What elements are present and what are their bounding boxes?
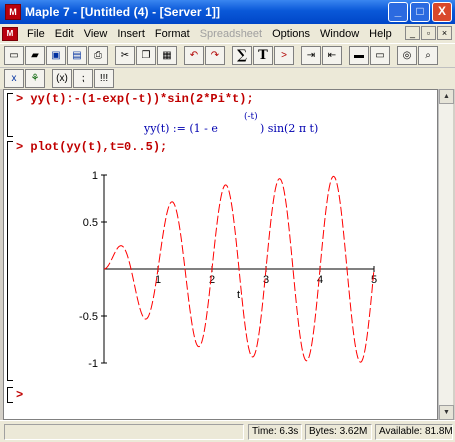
status-bytes: Bytes: 3.62M — [305, 424, 372, 440]
menu-window[interactable]: Window — [315, 28, 364, 40]
menu-view[interactable]: View — [79, 28, 113, 40]
status-bar: Time: 6.3s Bytes: 3.62M Available: 81.8M — [0, 420, 455, 442]
stop-icon[interactable]: ◎ — [397, 46, 417, 65]
menu-options[interactable]: Options — [267, 28, 315, 40]
output-line-1-tail: ) sin(2 π t) — [260, 122, 319, 135]
y-tick-label: -1 — [88, 358, 98, 370]
plot-axes: 1 2 3 4 5t10.5-0.5-1 — [79, 170, 377, 370]
indent-icon[interactable]: ⇥ — [301, 46, 321, 65]
scroll-down-icon[interactable]: ▼ — [439, 405, 454, 420]
exec-icon[interactable]: x — [4, 69, 24, 88]
maximize-button[interactable]: □ — [410, 2, 430, 22]
output-exponent: (-t) — [244, 112, 258, 122]
title-bar[interactable]: M Maple 7 - [Untitled (4) - [Server 1]] … — [0, 0, 455, 24]
y-tick-label: -0.5 — [79, 311, 98, 323]
maple-app-icon[interactable]: M — [5, 4, 21, 20]
close-button[interactable]: X — [432, 2, 452, 22]
copy-icon[interactable]: ❐ — [136, 46, 156, 65]
redo-icon[interactable]: ↷ — [205, 46, 225, 65]
math-mode-icon[interactable]: (x) — [52, 69, 72, 88]
menu-insert[interactable]: Insert — [112, 28, 150, 40]
empty-prompt[interactable]: > — [16, 388, 23, 402]
status-time: Time: 6.3s — [248, 424, 302, 440]
plot-output[interactable]: 1 2 3 4 5t10.5-0.5-1 — [16, 163, 386, 373]
scroll-up-icon[interactable]: ▲ — [439, 89, 454, 104]
paste-icon[interactable]: ▦ — [157, 46, 177, 65]
context-toolbar: x ⚘ (x) ⁏ !!! — [0, 67, 455, 89]
save-as-icon[interactable]: ▤ — [67, 46, 87, 65]
exec-all-icon[interactable]: ⚘ — [25, 69, 45, 88]
document-icon[interactable]: M — [2, 26, 18, 41]
x-tick-label: 5 — [371, 274, 377, 286]
sum-icon[interactable]: ∑ — [232, 46, 252, 65]
vertical-scrollbar[interactable]: ▲ ▼ — [438, 89, 454, 420]
window-title: Maple 7 - [Untitled (4) - [Server 1]] — [25, 5, 221, 19]
output-line-1: yy(t) := (1 - e — [144, 122, 218, 135]
open-icon[interactable]: ▰ — [25, 46, 45, 65]
text-icon[interactable]: T — [253, 46, 273, 65]
menu-file[interactable]: File — [22, 28, 50, 40]
group-bracket[interactable] — [7, 387, 13, 403]
x-tick-label: 4 — [317, 274, 323, 286]
cut-icon[interactable]: ✂ — [115, 46, 135, 65]
group-bracket[interactable] — [7, 93, 13, 137]
doc-close-button[interactable]: × — [437, 26, 452, 40]
menu-format[interactable]: Format — [150, 28, 195, 40]
y-tick-label: 1 — [92, 170, 98, 182]
new-icon[interactable]: ▭ — [4, 46, 24, 65]
expand-icon[interactable]: ▭ — [370, 46, 390, 65]
undo-icon[interactable]: ↶ — [184, 46, 204, 65]
outdent-icon[interactable]: ⇤ — [322, 46, 342, 65]
input-line-2[interactable]: > plot(yy(t),t=0..5); — [16, 140, 167, 154]
worksheet[interactable]: > yy(t):-(1-exp(-t))*sin(2*Pi*t); yy(t) … — [3, 89, 438, 420]
print-icon[interactable]: ⎙ — [88, 46, 108, 65]
y-tick-label: 0.5 — [83, 217, 98, 229]
exclaim-icon[interactable]: !!! — [94, 69, 114, 88]
menu-bar: M File Edit View Insert Format Spreadshe… — [0, 24, 455, 43]
help-icon[interactable]: ⌕ — [418, 46, 438, 65]
minimize-button[interactable]: _ — [388, 2, 408, 22]
restart-icon[interactable]: ⁏ — [73, 69, 93, 88]
menu-edit[interactable]: Edit — [50, 28, 79, 40]
doc-restore-button[interactable]: ▫ — [421, 26, 436, 40]
main-toolbar: ▭ ▰ ▣ ▤ ⎙ ✂ ❐ ▦ ↶ ↷ ∑ T > ⇥ ⇤ ▬ ▭ ◎ ⌕ — [0, 43, 455, 67]
collapse-icon[interactable]: ▬ — [349, 46, 369, 65]
x-axis-label: t — [237, 289, 240, 301]
menu-help[interactable]: Help — [364, 28, 397, 40]
save-icon[interactable]: ▣ — [46, 46, 66, 65]
menu-spreadsheet[interactable]: Spreadsheet — [195, 28, 267, 40]
doc-minimize-button[interactable]: _ — [405, 26, 420, 40]
group-bracket[interactable] — [7, 141, 13, 381]
status-message — [4, 424, 244, 440]
status-available: Available: 81.8M — [375, 424, 453, 440]
x-tick-label: 3 — [263, 274, 269, 286]
prompt-icon[interactable]: > — [274, 46, 294, 65]
input-line-1[interactable]: > yy(t):-(1-exp(-t))*sin(2*Pi*t); — [16, 92, 254, 106]
